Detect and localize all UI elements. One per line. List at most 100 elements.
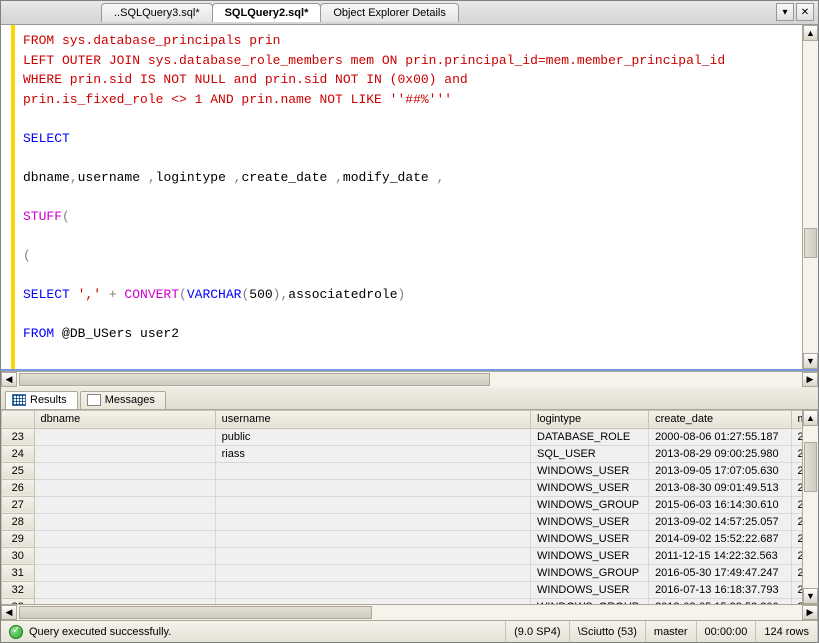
sql-editor[interactable]: FROM sys.database_principals prin LEFT O… — [15, 25, 802, 369]
column-header-create-date[interactable]: create_date — [649, 410, 791, 428]
cell-create-date[interactable]: 2013-08-30 09:01:49.513 — [649, 479, 791, 496]
tab-messages[interactable]: Messages — [80, 391, 166, 409]
scroll-thumb[interactable] — [19, 373, 490, 386]
tab-sqlquery2[interactable]: SQLQuery2.sql* — [212, 3, 322, 22]
scroll-track[interactable] — [17, 372, 802, 387]
scroll-track[interactable] — [803, 41, 818, 353]
table-row[interactable]: 28 WINDOWS_USER2013-09-02 14:57:25.05720… — [2, 513, 818, 530]
table-row[interactable]: 27 WINDOWS_GROUP2015-06-03 16:14:30.6102… — [2, 496, 818, 513]
table-row[interactable]: 29 WINDOWS_USER2014-09-02 15:52:22.68720… — [2, 530, 818, 547]
table-row[interactable]: 24 riassSQL_USER2013-08-29 09:00:25.9802… — [2, 445, 818, 462]
cell-username[interactable] — [215, 513, 530, 530]
cell-create-date[interactable]: 2014-09-02 15:52:22.687 — [649, 530, 791, 547]
cell-dbname[interactable] — [34, 496, 215, 513]
table-row[interactable]: 31 WINDOWS_GROUP2016-05-30 17:49:47.2472… — [2, 564, 818, 581]
row-number[interactable]: 32 — [2, 581, 35, 598]
cell-dbname[interactable] — [34, 513, 215, 530]
cell-dbname[interactable] — [34, 479, 215, 496]
results-grid[interactable]: dbname username logintype create_date mo… — [1, 410, 818, 605]
cell-create-date[interactable]: 2013-09-05 17:07:05.630 — [649, 462, 791, 479]
tab-object-explorer-details[interactable]: Object Explorer Details — [320, 3, 459, 22]
status-rowcount: 124 rows — [756, 621, 818, 642]
scroll-thumb[interactable] — [804, 228, 817, 258]
row-number[interactable]: 31 — [2, 564, 35, 581]
grid-vertical-scrollbar[interactable]: ▲ ▼ — [802, 410, 818, 605]
cell-create-date[interactable]: 2016-07-13 16:18:37.793 — [649, 581, 791, 598]
table-row[interactable]: 25 WINDOWS_USER2013-09-05 17:07:05.63020… — [2, 462, 818, 479]
row-number[interactable]: 24 — [2, 445, 35, 462]
cell-username[interactable] — [215, 496, 530, 513]
cell-dbname[interactable] — [34, 564, 215, 581]
scroll-thumb[interactable] — [19, 606, 372, 619]
cell-logintype[interactable]: WINDOWS_USER — [531, 581, 649, 598]
cell-username[interactable] — [215, 530, 530, 547]
grid-horizontal-scrollbar[interactable]: ◀ ▶ — [1, 604, 818, 620]
scroll-right-arrow[interactable]: ▶ — [802, 605, 818, 620]
cell-username[interactable] — [215, 547, 530, 564]
scroll-left-arrow[interactable]: ◀ — [1, 372, 17, 387]
table-row[interactable]: 26 WINDOWS_USER2013-08-30 09:01:49.51320… — [2, 479, 818, 496]
column-header-username[interactable]: username — [215, 410, 530, 428]
cell-create-date[interactable]: 2013-09-02 14:57:25.057 — [649, 513, 791, 530]
results-tab-bar: Results Messages — [1, 387, 818, 410]
scroll-down-arrow[interactable]: ▼ — [803, 353, 818, 369]
scroll-down-arrow[interactable]: ▼ — [803, 588, 818, 604]
cell-create-date[interactable]: 2011-12-15 14:22:32.563 — [649, 547, 791, 564]
column-header-dbname[interactable]: dbname — [34, 410, 215, 428]
tab-messages-label: Messages — [105, 394, 155, 406]
cell-dbname[interactable] — [34, 462, 215, 479]
row-number[interactable]: 29 — [2, 530, 35, 547]
cell-logintype[interactable]: WINDOWS_GROUP — [531, 496, 649, 513]
cell-logintype[interactable]: DATABASE_ROLE — [531, 428, 649, 445]
cell-create-date[interactable]: 2013-08-29 09:00:25.980 — [649, 445, 791, 462]
cell-dbname[interactable] — [34, 530, 215, 547]
row-header-corner[interactable] — [2, 410, 35, 428]
table-row[interactable]: 32 WINDOWS_USER2016-07-13 16:18:37.79320… — [2, 581, 818, 598]
cell-username[interactable] — [215, 581, 530, 598]
scroll-track[interactable] — [803, 426, 818, 589]
cell-create-date[interactable]: 2000-08-06 01:27:55.187 — [649, 428, 791, 445]
tab-sqlquery3[interactable]: ..SQLQuery3.sql* — [101, 3, 213, 22]
tab-results[interactable]: Results — [5, 391, 78, 409]
cell-dbname[interactable] — [34, 428, 215, 445]
cell-username[interactable] — [215, 462, 530, 479]
cell-username[interactable]: public — [215, 428, 530, 445]
cell-dbname[interactable] — [34, 581, 215, 598]
status-database: master — [646, 621, 697, 642]
cell-logintype[interactable]: WINDOWS_USER — [531, 479, 649, 496]
row-number[interactable]: 26 — [2, 479, 35, 496]
tab-dropdown-button[interactable]: ▾ — [776, 3, 794, 21]
table-row[interactable]: 30 WINDOWS_USER2011-12-15 14:22:32.56320… — [2, 547, 818, 564]
row-number[interactable]: 30 — [2, 547, 35, 564]
cell-dbname[interactable] — [34, 547, 215, 564]
cell-create-date[interactable]: 2015-06-03 16:14:30.610 — [649, 496, 791, 513]
cell-logintype[interactable]: WINDOWS_USER — [531, 530, 649, 547]
cell-logintype[interactable]: WINDOWS_USER — [531, 547, 649, 564]
table-row[interactable]: 23 publicDATABASE_ROLE2000-08-06 01:27:5… — [2, 428, 818, 445]
cell-create-date[interactable]: 2016-05-30 17:49:47.247 — [649, 564, 791, 581]
cell-username[interactable] — [215, 479, 530, 496]
cell-username[interactable]: riass — [215, 445, 530, 462]
scroll-up-arrow[interactable]: ▲ — [803, 25, 818, 41]
editor-horizontal-scrollbar[interactable]: ◀ ▶ — [1, 371, 818, 387]
row-number[interactable]: 28 — [2, 513, 35, 530]
cell-dbname[interactable] — [34, 445, 215, 462]
row-number[interactable]: 25 — [2, 462, 35, 479]
scroll-track[interactable] — [17, 605, 802, 620]
row-number[interactable]: 23 — [2, 428, 35, 445]
editor-gutter — [1, 25, 15, 369]
scroll-thumb[interactable] — [804, 442, 817, 492]
cell-logintype[interactable]: WINDOWS_USER — [531, 513, 649, 530]
scroll-right-arrow[interactable]: ▶ — [802, 372, 818, 387]
cell-username[interactable] — [215, 564, 530, 581]
row-number[interactable]: 27 — [2, 496, 35, 513]
cell-logintype[interactable]: SQL_USER — [531, 445, 649, 462]
editor-vertical-scrollbar[interactable]: ▲ ▼ — [802, 25, 818, 369]
column-header-logintype[interactable]: logintype — [531, 410, 649, 428]
status-version: (9.0 SP4) — [506, 621, 569, 642]
tab-close-button[interactable]: ✕ — [796, 3, 814, 21]
scroll-left-arrow[interactable]: ◀ — [1, 605, 17, 620]
cell-logintype[interactable]: WINDOWS_GROUP — [531, 564, 649, 581]
scroll-up-arrow[interactable]: ▲ — [803, 410, 818, 426]
cell-logintype[interactable]: WINDOWS_USER — [531, 462, 649, 479]
